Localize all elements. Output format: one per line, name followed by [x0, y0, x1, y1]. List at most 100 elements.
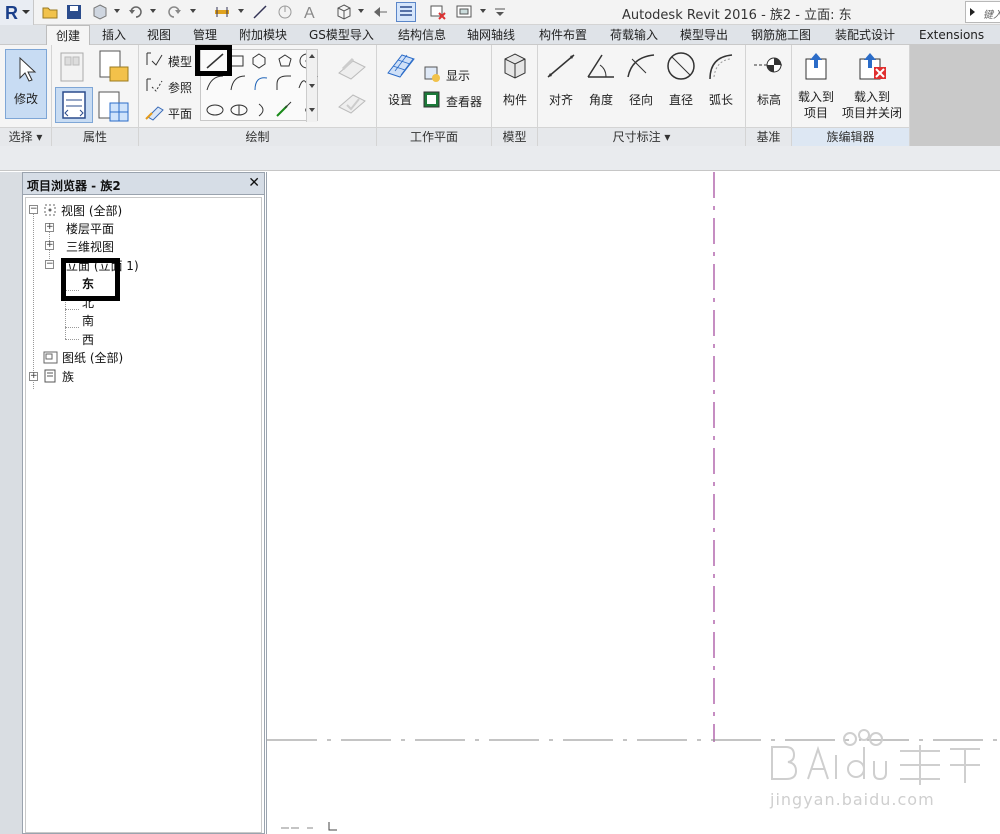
tree-families[interactable]: 族: [62, 368, 74, 385]
close-icon[interactable]: ✕: [248, 175, 260, 191]
tree-3d-views[interactable]: 三维视图: [66, 238, 114, 255]
tab-gs-model-import[interactable]: GS模型导入: [309, 25, 374, 45]
modify-label: 修改: [13, 92, 38, 106]
load-and-close-label: 载入到 项目并关闭: [841, 90, 902, 120]
tab-manage[interactable]: 管理: [193, 25, 217, 45]
angular-dim-button[interactable]: 角度: [582, 51, 620, 108]
gallery-expand-icon[interactable]: [309, 108, 315, 112]
family-category-icon[interactable]: [57, 51, 89, 83]
modify-button[interactable]: 修改: [5, 49, 47, 119]
synchronize-dropdown-icon[interactable]: [114, 9, 120, 13]
set-workplane-button[interactable]: 设置: [382, 51, 418, 108]
tab-rebar-drawing[interactable]: 钢筋施工图: [751, 25, 811, 45]
expand-toggle-3d-views[interactable]: +: [45, 241, 54, 250]
default-3d-view-icon[interactable]: [336, 4, 352, 20]
center-end-arc-icon[interactable]: [230, 75, 246, 91]
tree-floor-plans[interactable]: 楼层平面: [66, 220, 114, 237]
pick-walls-icon[interactable]: [276, 101, 292, 117]
collapse-toggle-elevations[interactable]: −: [45, 260, 54, 269]
family-types-icon[interactable]: [96, 49, 130, 83]
project-browser-header: 项目浏览器 - 族2 ✕: [23, 173, 264, 195]
inscribed-polygon-tool-icon[interactable]: [278, 54, 292, 67]
set-work-plane-disabled-icon: [338, 57, 366, 80]
panel-title-dimension[interactable]: 尺寸标注 ▾: [538, 127, 745, 146]
aligned-dim-button[interactable]: 对齐: [542, 51, 580, 108]
load-and-close-button[interactable]: 载入到 项目并关闭: [838, 51, 906, 121]
workplane-viewer-label[interactable]: 查看器: [446, 93, 482, 110]
measure-dropdown-icon[interactable]: [238, 9, 244, 13]
redo-dropdown-icon[interactable]: [190, 9, 196, 13]
expand-toggle-floor-plans[interactable]: +: [45, 223, 54, 232]
search-input[interactable]: 键入: [965, 1, 1000, 23]
tab-grid-axis[interactable]: 轴网轴线: [467, 25, 515, 45]
switch-windows-icon[interactable]: [456, 4, 472, 20]
reference-plane-icon[interactable]: [144, 103, 166, 121]
tab-model-export[interactable]: 模型导出: [680, 25, 728, 45]
load-into-project-button[interactable]: 载入到 项目: [794, 51, 838, 121]
tangent-arc-icon[interactable]: [254, 77, 268, 91]
tab-add-ins[interactable]: 附加模块: [239, 25, 287, 45]
section-icon[interactable]: [372, 4, 388, 20]
gallery-down-icon[interactable]: [309, 84, 315, 88]
gallery-scroll[interactable]: [306, 50, 317, 122]
reference-line-icon[interactable]: [144, 77, 164, 95]
tab-create[interactable]: 创建: [46, 25, 91, 46]
component-button[interactable]: 构件: [496, 51, 534, 108]
tab-structure-info[interactable]: 结构信息: [398, 25, 446, 45]
measure-icon[interactable]: [214, 4, 230, 20]
undo-dropdown-icon[interactable]: [150, 9, 156, 13]
redo-icon[interactable]: [166, 4, 182, 20]
show-workplane-label[interactable]: 显示: [446, 67, 470, 84]
tree-elevation-west[interactable]: 西: [82, 331, 94, 348]
tree-elevation-south[interactable]: 南: [82, 312, 94, 329]
application-menu-button[interactable]: R: [0, 0, 34, 25]
show-workplane-icon[interactable]: [423, 65, 441, 83]
grid-plane-icon: [387, 54, 415, 78]
save-icon[interactable]: [66, 4, 82, 20]
tab-insert[interactable]: 插入: [102, 25, 126, 45]
polygon-tool-icon[interactable]: [252, 53, 266, 69]
rectangle-tool-icon[interactable]: [230, 55, 244, 67]
start-end-arc-icon[interactable]: [206, 75, 224, 91]
workplane-viewer-icon[interactable]: [423, 91, 441, 109]
tab-view[interactable]: 视图: [147, 25, 171, 45]
window-title: Autodesk Revit 2016 - 族2 - 立面: 东: [622, 8, 852, 23]
tag-by-category-icon[interactable]: [277, 4, 293, 20]
radial-dim-button[interactable]: 径向: [622, 51, 660, 108]
gallery-up-icon[interactable]: [309, 54, 315, 58]
expand-arrow-icon[interactable]: [969, 7, 977, 17]
draw-reference-label[interactable]: 参照: [168, 79, 192, 96]
fillet-arc-icon[interactable]: [276, 75, 291, 90]
arc-length-dim-button[interactable]: 弧长: [702, 51, 740, 108]
collapse-toggle-views[interactable]: −: [29, 205, 38, 214]
tree-sheets[interactable]: 图纸 (全部): [62, 349, 123, 366]
tree-views[interactable]: 视图 (全部): [61, 202, 122, 219]
partial-ellipse-icon[interactable]: [230, 104, 248, 116]
panel-title-select[interactable]: 选择 ▾: [0, 127, 51, 146]
draw-model-label[interactable]: 模型: [168, 53, 192, 70]
tab-load-input[interactable]: 荷载输入: [610, 25, 658, 45]
properties-button[interactable]: [55, 87, 93, 123]
aligned-dimension-icon[interactable]: [252, 4, 268, 20]
draw-plane-label[interactable]: 平面: [168, 105, 192, 122]
tab-prefab-design[interactable]: 装配式设计: [835, 25, 895, 45]
open-icon[interactable]: [42, 4, 58, 20]
ellipse-tool-icon[interactable]: [206, 104, 224, 116]
spot-elevation-button[interactable]: 标高: [749, 51, 789, 108]
model-line-icon[interactable]: [144, 51, 164, 69]
diameter-dim-button[interactable]: 直径: [662, 51, 700, 108]
tab-component-layout[interactable]: 构件布置: [539, 25, 587, 45]
pick-lines-icon[interactable]: [258, 103, 264, 117]
synchronize-icon[interactable]: [92, 4, 108, 20]
thin-lines-icon[interactable]: [396, 2, 416, 22]
close-hidden-windows-icon[interactable]: [430, 4, 446, 20]
switch-windows-dropdown-icon[interactable]: [480, 9, 486, 13]
family-parameters-icon[interactable]: [96, 89, 130, 123]
tab-extensions[interactable]: Extensions: [919, 25, 984, 45]
text-icon[interactable]: A: [302, 4, 318, 20]
customize-qat-icon[interactable]: [492, 4, 508, 20]
expand-toggle-families[interactable]: +: [29, 372, 38, 381]
load-into-project-label: 载入到 项目: [797, 90, 834, 120]
undo-icon[interactable]: [128, 4, 144, 20]
3d-view-dropdown-icon[interactable]: [358, 9, 364, 13]
